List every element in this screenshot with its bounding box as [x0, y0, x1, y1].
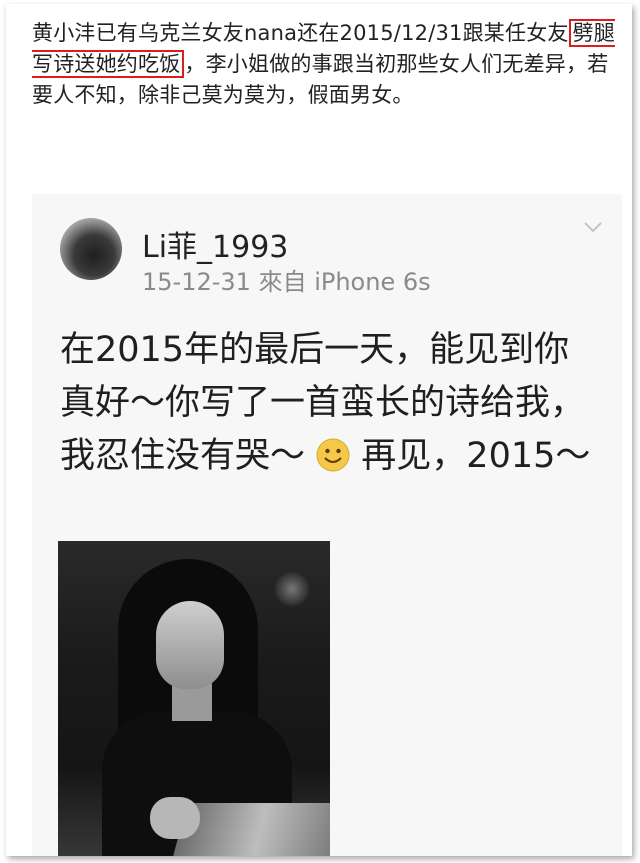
- smile-emoji-icon: [316, 438, 350, 472]
- avatar[interactable]: [60, 218, 122, 280]
- post-username[interactable]: Li菲_1993: [142, 222, 288, 266]
- post-text-part2: 再见，2015～: [361, 436, 591, 476]
- post-text: 在2015年的最后一天，能见到你真好～你写了一首蛮长的诗给我，我忍住没有哭～ 再…: [60, 324, 600, 483]
- photo-hand: [150, 797, 200, 839]
- weibo-post-card: Li菲_1993 15-12-31 來自 iPhone 6s 在2015年的最后…: [32, 194, 622, 856]
- caption-before: 黄小沣已有乌克兰女友nana还在2015/12/31跟某任女友: [32, 21, 569, 45]
- chevron-down-icon[interactable]: [582, 216, 604, 238]
- post-photo[interactable]: [58, 541, 330, 856]
- screenshot-frame: 黄小沣已有乌克兰女友nana还在2015/12/31跟某任女友 劈腿写诗送她约吃饭…: [6, 4, 632, 856]
- post-meta: 15-12-31 來自 iPhone 6s: [142, 268, 431, 296]
- caption-text: 黄小沣已有乌克兰女友nana还在2015/12/31跟某任女友 劈腿写诗送她约吃饭…: [32, 18, 622, 111]
- photo-face: [156, 601, 224, 689]
- photo-lamp: [274, 571, 310, 607]
